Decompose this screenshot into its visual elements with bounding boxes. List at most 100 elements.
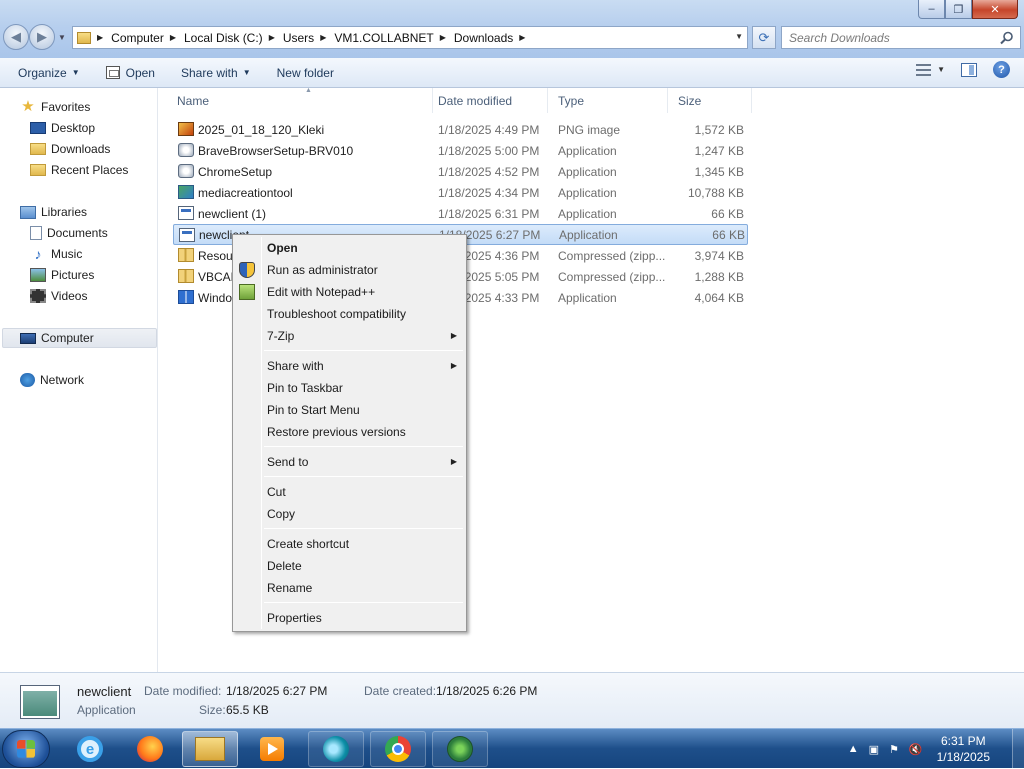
taskbar-windows-app[interactable] (432, 731, 488, 767)
file-row[interactable]: newclient (1) 1/18/2025 6:31 PM Applicat… (173, 203, 748, 224)
clock[interactable]: 6:31 PM 1/18/2025 (937, 733, 990, 765)
menu-troubleshoot-compatibility[interactable]: Troubleshoot compatibility (267, 304, 461, 324)
menu-create-shortcut[interactable]: Create shortcut (267, 534, 461, 554)
address-dropdown-icon[interactable]: ▼ (735, 32, 743, 41)
nav-documents[interactable]: Documents (30, 223, 108, 243)
column-header-name[interactable]: ▲ Name (167, 87, 433, 113)
mediacreation-icon (178, 185, 194, 199)
breadcrumb-separator[interactable]: ▶ (170, 33, 176, 42)
network-status-icon[interactable]: ▣ (869, 743, 879, 756)
close-button[interactable]: ✕ (972, 0, 1018, 19)
details-date-modified-label: Date modified: (144, 684, 222, 698)
taskbar-firefox[interactable] (122, 731, 178, 767)
preview-pane-icon[interactable] (961, 62, 977, 77)
brave-setup-icon (178, 143, 194, 157)
breadcrumb-separator[interactable]: ▶ (519, 33, 525, 42)
nav-videos[interactable]: Videos (30, 286, 87, 306)
menu-share-with[interactable]: Share with ▶ (267, 356, 461, 376)
file-type: Compressed (zipp... (558, 269, 666, 284)
menu-open[interactable]: Open (267, 238, 461, 258)
share-with-menu[interactable]: Share with ▼ (172, 61, 260, 85)
breadcrumb-users[interactable]: Users (283, 31, 314, 45)
new-folder-button[interactable]: New folder (268, 61, 343, 85)
nav-network[interactable]: Network (20, 370, 84, 390)
breadcrumb-vm1[interactable]: VM1.COLLABNET (334, 31, 433, 45)
refresh-button[interactable]: ⟳ (752, 26, 776, 49)
file-name: BraveBrowserSetup-BRV010 (198, 143, 354, 158)
breadcrumb-separator[interactable]: ▶ (440, 33, 446, 42)
chevron-down-icon[interactable]: ▼ (937, 65, 945, 74)
file-type: Application (558, 290, 617, 305)
menu-edit-notepad-plus-plus[interactable]: Edit with Notepad++ (267, 282, 461, 302)
organize-menu[interactable]: Organize ▼ (9, 61, 89, 85)
file-date: 1/18/2025 4:34 PM (438, 185, 540, 200)
help-icon[interactable]: ? (993, 61, 1010, 78)
breadcrumb-local-disk[interactable]: Local Disk (C:) (184, 31, 263, 45)
taskbar-internet-explorer[interactable]: e (62, 731, 118, 767)
menu-7zip[interactable]: 7-Zip ▶ (267, 326, 461, 346)
menu-copy[interactable]: Copy (267, 504, 461, 524)
clock-time: 6:31 PM (940, 734, 986, 748)
file-row[interactable]: mediacreationtool 1/18/2025 4:34 PM Appl… (173, 182, 748, 203)
minimize-button[interactable]: – (918, 0, 945, 19)
show-desktop-button[interactable] (1012, 729, 1024, 769)
breadcrumb-separator[interactable]: ▶ (97, 33, 103, 42)
back-button[interactable]: ◀ (3, 24, 29, 50)
file-row[interactable]: ChromeSetup 1/18/2025 4:52 PM Applicatio… (173, 161, 748, 182)
start-button[interactable] (2, 730, 50, 768)
column-header-size[interactable]: Size (668, 88, 752, 113)
nav-favorites[interactable]: ★ Favorites (20, 97, 90, 117)
action-center-flag-icon[interactable]: ⚑ (889, 743, 899, 756)
file-size: 4,064 KB (694, 290, 744, 305)
column-header-date[interactable]: Date modified (428, 88, 548, 113)
menu-cut[interactable]: Cut (267, 482, 461, 502)
file-row[interactable]: 2025_01_18_120_Kleki 1/18/2025 4:49 PM P… (173, 119, 748, 140)
menu-properties[interactable]: Properties (267, 608, 461, 628)
nav-label: Pictures (51, 268, 95, 282)
file-row[interactable]: BraveBrowserSetup-BRV010 1/18/2025 5:00 … (173, 140, 748, 161)
forward-button[interactable]: ▶ (29, 24, 55, 50)
file-type: Application (558, 164, 617, 179)
sort-ascending-icon: ▲ (305, 87, 312, 94)
search-box[interactable] (781, 26, 1021, 49)
taskbar-media-player[interactable] (244, 731, 300, 767)
volume-muted-icon[interactable]: 🔇 (909, 743, 923, 756)
recent-pages-dropdown[interactable]: ▼ (55, 24, 69, 50)
change-view-icon[interactable] (916, 63, 932, 76)
nav-downloads[interactable]: Downloads (30, 139, 110, 159)
menu-restore-previous-versions[interactable]: Restore previous versions (267, 422, 461, 442)
breadcrumb-separator[interactable]: ▶ (320, 33, 326, 42)
music-note-icon: ♪ (34, 246, 42, 262)
breadcrumb-downloads[interactable]: Downloads (454, 31, 513, 45)
address-bar[interactable]: ▶ Computer ▶ Local Disk (C:) ▶ Users ▶ V… (72, 26, 748, 49)
nav-music[interactable]: ♪ Music (30, 244, 83, 264)
nav-pictures[interactable]: Pictures (30, 265, 94, 285)
nav-computer[interactable]: Computer (2, 328, 157, 348)
taskbar-windows-explorer[interactable] (182, 731, 238, 767)
breadcrumb-computer[interactable]: Computer (111, 31, 164, 45)
nav-desktop[interactable]: Desktop (30, 118, 95, 138)
details-file-type: Application (77, 703, 136, 717)
file-name: Resou (198, 248, 233, 263)
menu-delete[interactable]: Delete (267, 556, 461, 576)
taskbar-chrome[interactable] (370, 731, 426, 767)
nav-libraries[interactable]: Libraries (20, 202, 87, 222)
internet-explorer-icon: e (77, 736, 103, 762)
file-name: newclient (1) (198, 206, 267, 221)
nav-recent-places[interactable]: Recent Places (30, 160, 128, 180)
search-icon[interactable] (1000, 31, 1014, 45)
maximize-button[interactable]: ❐ (945, 0, 972, 19)
menu-rename[interactable]: Rename (267, 578, 461, 598)
breadcrumb-separator[interactable]: ▶ (269, 33, 275, 42)
windows-logo-icon (17, 740, 35, 758)
open-button[interactable]: Open (97, 61, 164, 85)
libraries-icon (20, 205, 36, 219)
column-header-type[interactable]: Type (548, 88, 668, 113)
search-input[interactable] (782, 27, 982, 48)
show-hidden-icons-icon[interactable]: ▲ (848, 743, 859, 755)
menu-send-to[interactable]: Send to ▶ (267, 452, 461, 472)
taskbar-app[interactable] (308, 731, 364, 767)
menu-run-as-admin[interactable]: Run as administrator (267, 260, 461, 280)
menu-pin-to-start[interactable]: Pin to Start Menu (267, 400, 461, 420)
menu-pin-to-taskbar[interactable]: Pin to Taskbar (267, 378, 461, 398)
